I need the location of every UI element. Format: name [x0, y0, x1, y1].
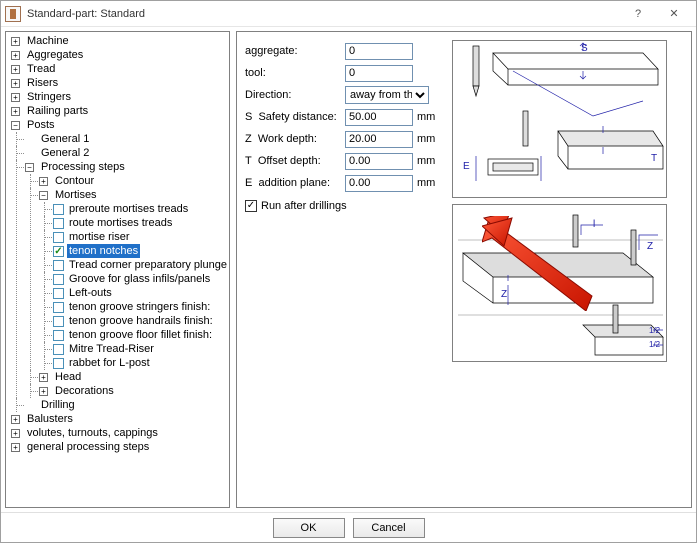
collapse-icon[interactable]: − — [11, 121, 20, 130]
diagram-top: S E T — [452, 40, 667, 198]
tree-item-tread[interactable]: +Tread — [10, 62, 229, 76]
expand-icon[interactable]: + — [39, 387, 48, 396]
tree-item-risers[interactable]: +Risers — [10, 76, 229, 90]
checkbox-icon[interactable] — [53, 330, 64, 341]
run-after-label: Run after drillings — [261, 200, 347, 212]
expand-icon[interactable]: + — [11, 415, 20, 424]
run-after-checkbox[interactable] — [245, 200, 257, 212]
tree-item-tg-floor[interactable]: tenon groove floor fillet finish: — [52, 328, 229, 342]
diagram-label-h2: 1/2 — [649, 340, 661, 349]
expand-icon[interactable]: + — [39, 177, 48, 186]
diagram-label-h1: 1/2 — [649, 326, 661, 335]
cancel-button[interactable]: Cancel — [353, 518, 425, 538]
checkbox-icon[interactable] — [53, 288, 64, 299]
unit-label: mm — [417, 177, 439, 189]
workdepth-input[interactable] — [345, 131, 413, 148]
tree-item-aggregates[interactable]: +Aggregates — [10, 48, 229, 62]
tree-item-head[interactable]: +Head — [38, 370, 229, 384]
checkbox-icon[interactable] — [53, 358, 64, 369]
diagram-label-z2: Z — [501, 289, 507, 300]
checkbox-icon[interactable] — [53, 260, 64, 271]
tree-item-tread-corner[interactable]: Tread corner preparatory plunge cut — [52, 258, 229, 272]
tree-panel: +Machine +Aggregates +Tread +Risers +Str… — [5, 31, 230, 508]
help-button[interactable]: ? — [620, 1, 656, 27]
tree-item-mortise-riser[interactable]: mortise riser — [52, 230, 229, 244]
tree-item-processing-steps[interactable]: −Processing steps — [24, 160, 229, 174]
checkbox-icon[interactable] — [53, 218, 64, 229]
unit-label: mm — [417, 133, 439, 145]
tree-item-drilling[interactable]: Drilling — [24, 398, 229, 412]
workdepth-label: Z Work depth: — [245, 133, 345, 145]
diagram-label-s: S — [581, 43, 588, 54]
checkbox-icon[interactable] — [53, 246, 64, 257]
expand-icon[interactable]: + — [11, 429, 20, 438]
properties-panel: aggregate: tool: Direction: away from th… — [236, 31, 692, 508]
aggregate-label: aggregate: — [245, 45, 345, 57]
tree-item-tg-stringers[interactable]: tenon groove stringers finish: — [52, 300, 229, 314]
tool-label: tool: — [245, 67, 345, 79]
diagram-label-l: l — [593, 219, 595, 230]
expand-icon[interactable]: + — [11, 107, 20, 116]
tree-item-balusters[interactable]: +Balusters — [10, 412, 229, 426]
tree-item-groove-glass[interactable]: Groove for glass infils/panels — [52, 272, 229, 286]
tree-item-route[interactable]: route mortises treads — [52, 216, 229, 230]
expand-icon[interactable]: + — [11, 443, 20, 452]
tree-item-stringers[interactable]: +Stringers — [10, 90, 229, 104]
checkbox-icon[interactable] — [53, 274, 64, 285]
expand-icon[interactable]: + — [11, 51, 20, 60]
addition-input[interactable] — [345, 175, 413, 192]
tree-item-tg-handrails[interactable]: tenon groove handrails finish: — [52, 314, 229, 328]
unit-label: mm — [417, 155, 439, 167]
ok-button[interactable]: OK — [273, 518, 345, 538]
expand-icon[interactable]: + — [11, 37, 20, 46]
checkbox-icon[interactable] — [53, 316, 64, 327]
checkbox-icon[interactable] — [53, 232, 64, 243]
direction-select[interactable]: away from the w — [345, 86, 429, 104]
collapse-icon[interactable]: − — [25, 163, 34, 172]
collapse-icon[interactable]: − — [39, 191, 48, 200]
diagram-label-t: T — [651, 153, 657, 164]
tree-item-general2[interactable]: General 2 — [24, 146, 229, 160]
tree-item-contour[interactable]: +Contour — [38, 174, 229, 188]
checkbox-icon[interactable] — [53, 204, 64, 215]
app-icon — [5, 6, 21, 22]
expand-icon[interactable]: + — [11, 65, 20, 74]
tree-item-volutes[interactable]: +volutes, turnouts, cappings — [10, 426, 229, 440]
tree-item-mortises[interactable]: −Mortises — [38, 188, 229, 202]
offset-input[interactable] — [345, 153, 413, 170]
tree-item-decorations[interactable]: +Decorations — [38, 384, 229, 398]
aggregate-input[interactable] — [345, 43, 413, 60]
addition-label: E addition plane: — [245, 177, 345, 189]
tree-item-gps[interactable]: +general processing steps — [10, 440, 229, 454]
diagram-bottom: l Z Z 1/2 1/2 — [452, 204, 667, 362]
checkbox-icon[interactable] — [53, 344, 64, 355]
tree-item-mitre[interactable]: Mitre Tread-Riser — [52, 342, 229, 356]
close-button[interactable]: ✕ — [656, 1, 692, 27]
tree-item-rabbet[interactable]: rabbet for L-post — [52, 356, 229, 370]
window-title: Standard-part: Standard — [27, 8, 145, 20]
unit-label: mm — [417, 111, 439, 123]
tree-item-general1[interactable]: General 1 — [24, 132, 229, 146]
tree-item-left-outs[interactable]: Left-outs — [52, 286, 229, 300]
direction-label: Direction: — [245, 89, 345, 101]
tree-item-railing-parts[interactable]: +Railing parts — [10, 104, 229, 118]
safety-input[interactable] — [345, 109, 413, 126]
tree-item-machine[interactable]: +Machine — [10, 34, 229, 48]
expand-icon[interactable]: + — [11, 93, 20, 102]
safety-label: S Safety distance: — [245, 111, 345, 123]
tree-item-posts[interactable]: −Posts — [10, 118, 229, 132]
diagram-label-e: E — [463, 161, 470, 172]
expand-icon[interactable]: + — [39, 373, 48, 382]
tree-item-preroute[interactable]: preroute mortises treads — [52, 202, 229, 216]
checkbox-icon[interactable] — [53, 302, 64, 313]
expand-icon[interactable]: + — [11, 79, 20, 88]
tree-item-tenon-notches[interactable]: tenon notches — [52, 244, 229, 258]
tool-input[interactable] — [345, 65, 413, 82]
diagram-label-z: Z — [647, 241, 653, 252]
offset-label: T Offset depth: — [245, 155, 345, 167]
